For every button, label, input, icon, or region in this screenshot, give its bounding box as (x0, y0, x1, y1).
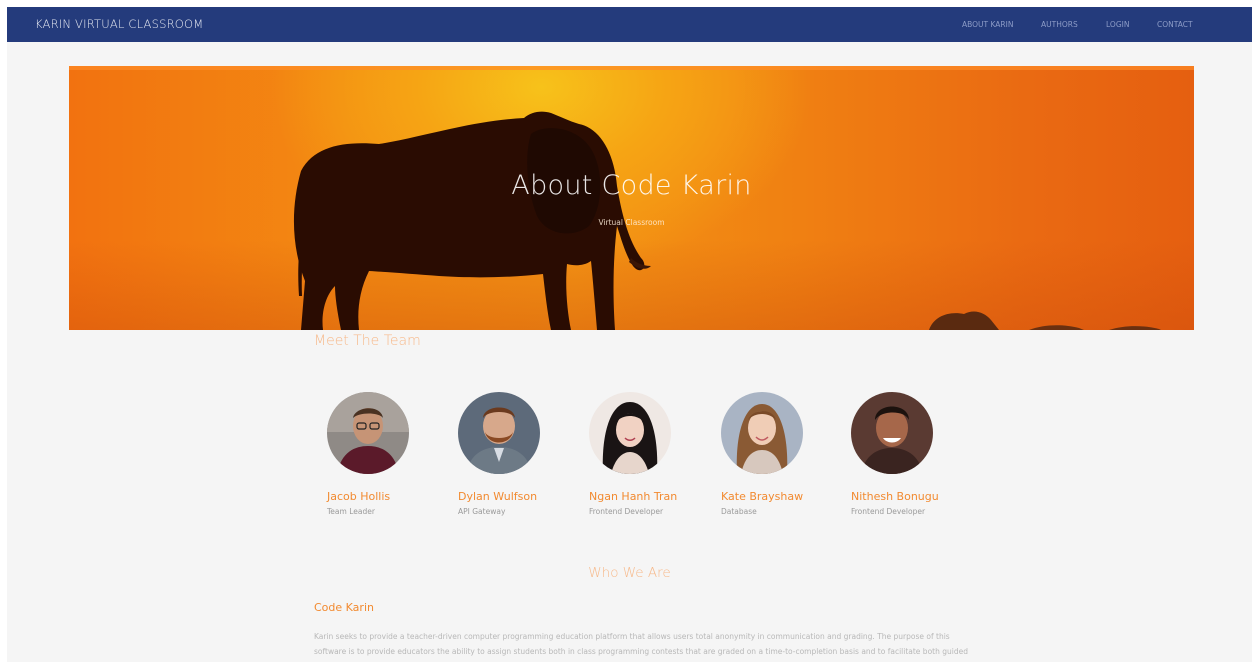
member-role: Frontend Developer (851, 507, 926, 516)
nav-login[interactable]: LOGIN (1106, 7, 1129, 42)
member-role: Database (721, 507, 757, 516)
about-text: Karin seeks to provide a teacher-driven … (314, 632, 968, 656)
team-member-card: Dylan Wulfson API Gateway (458, 392, 588, 516)
member-role: Frontend Developer (589, 507, 664, 516)
team-member-card: Jacob Hollis Team Leader (327, 392, 457, 516)
nav-contact[interactable]: CONTACT (1157, 7, 1193, 42)
hero-banner: About Code Karin Virtual Classroom (69, 66, 1194, 330)
kate-brayshaw-avatar (721, 392, 803, 474)
member-name: Kate Brayshaw (721, 490, 804, 503)
nithesh-bonugu-avatar (851, 392, 933, 474)
team-member-card: Kate Brayshaw Database (721, 392, 851, 516)
member-role: API Gateway (458, 507, 506, 516)
jacob-hollis-avatar (327, 392, 409, 474)
member-name: Ngan Hanh Tran (589, 490, 678, 503)
team-heading: Meet The Team (314, 333, 421, 349)
member-role: Team Leader (327, 507, 375, 516)
top-navbar: KARIN VIRTUAL CLASSROOM ABOUT KARIN AUTH… (7, 7, 1252, 42)
member-name: Nithesh Bonugu (851, 490, 939, 503)
member-name: Jacob Hollis (327, 490, 391, 503)
team-member-card: Ngan Hanh Tran Frontend Developer (589, 392, 719, 516)
nav-about-karin[interactable]: ABOUT KARIN (962, 7, 1013, 42)
page: KARIN VIRTUAL CLASSROOM ABOUT KARIN AUTH… (7, 7, 1252, 662)
team-member-card: Nithesh Bonugu Frontend Developer (851, 392, 981, 516)
member-name: Dylan Wulfson (458, 490, 538, 503)
who-we-are-heading: Who We Are (588, 565, 671, 581)
nav-authors[interactable]: AUTHORS (1041, 7, 1078, 42)
about-title: Code Karin (314, 601, 374, 614)
ngan-hanh-tran-avatar (589, 392, 671, 474)
dylan-wulfson-avatar (458, 392, 540, 474)
brand-link[interactable]: KARIN VIRTUAL CLASSROOM (35, 7, 203, 42)
hero-subtitle: Virtual Classroom (598, 218, 665, 227)
hero-title: About Code Karin (511, 170, 752, 201)
